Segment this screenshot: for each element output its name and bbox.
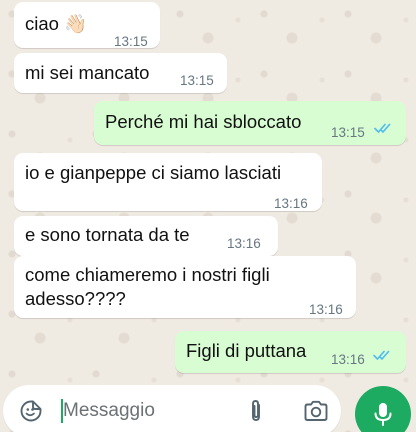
message-text: Perché mi hai sbloccato: [105, 111, 302, 132]
incoming-message[interactable]: mi sei mancato 13:15: [14, 53, 227, 93]
message-time: 13:16: [331, 352, 365, 367]
message-list[interactable]: ciao 👋🏻 13:15 mi sei mancato 13:15 Perch…: [0, 0, 416, 380]
message-text: io e gianpeppe ci siamo lasciati: [25, 162, 282, 183]
message-text: mi sei mancato: [25, 62, 150, 83]
message-time: 13:15: [331, 125, 365, 140]
incoming-message[interactable]: e sono tornata da te 13:16: [14, 216, 278, 256]
message-text-line: come chiameremo i nostri figli: [25, 264, 270, 285]
outgoing-message[interactable]: Perché mi hai sbloccato 13:15: [94, 101, 406, 145]
sticker-emoji-icon[interactable]: [19, 399, 43, 423]
message-text: ciao 👋🏻: [25, 13, 88, 34]
incoming-message[interactable]: ciao 👋🏻 13:15: [14, 2, 160, 49]
paperclip-icon[interactable]: [246, 398, 266, 424]
message-time: 13:16: [274, 196, 308, 211]
message-time: 13:16: [309, 302, 343, 317]
camera-icon[interactable]: [303, 400, 329, 422]
message-text-line: adesso????: [25, 288, 126, 309]
outgoing-message[interactable]: Figli di puttana 13:16: [175, 331, 406, 373]
message-text: e sono tornata da te: [25, 224, 190, 245]
read-ticks-icon: [373, 350, 390, 360]
incoming-message[interactable]: come chiameremo i nostri figli adesso???…: [14, 256, 356, 318]
microphone-icon: [374, 403, 392, 426]
message-input[interactable]: Messaggio: [63, 400, 155, 422]
message-text: Figli di puttana: [186, 340, 307, 361]
message-time: 13:15: [180, 73, 214, 88]
incoming-message[interactable]: io e gianpeppe ci siamo lasciati 13:16: [14, 153, 322, 211]
message-time: 13:15: [114, 34, 148, 49]
message-time: 13:16: [227, 236, 261, 251]
read-ticks-icon: [374, 123, 391, 133]
message-composer[interactable]: Messaggio: [3, 385, 341, 432]
